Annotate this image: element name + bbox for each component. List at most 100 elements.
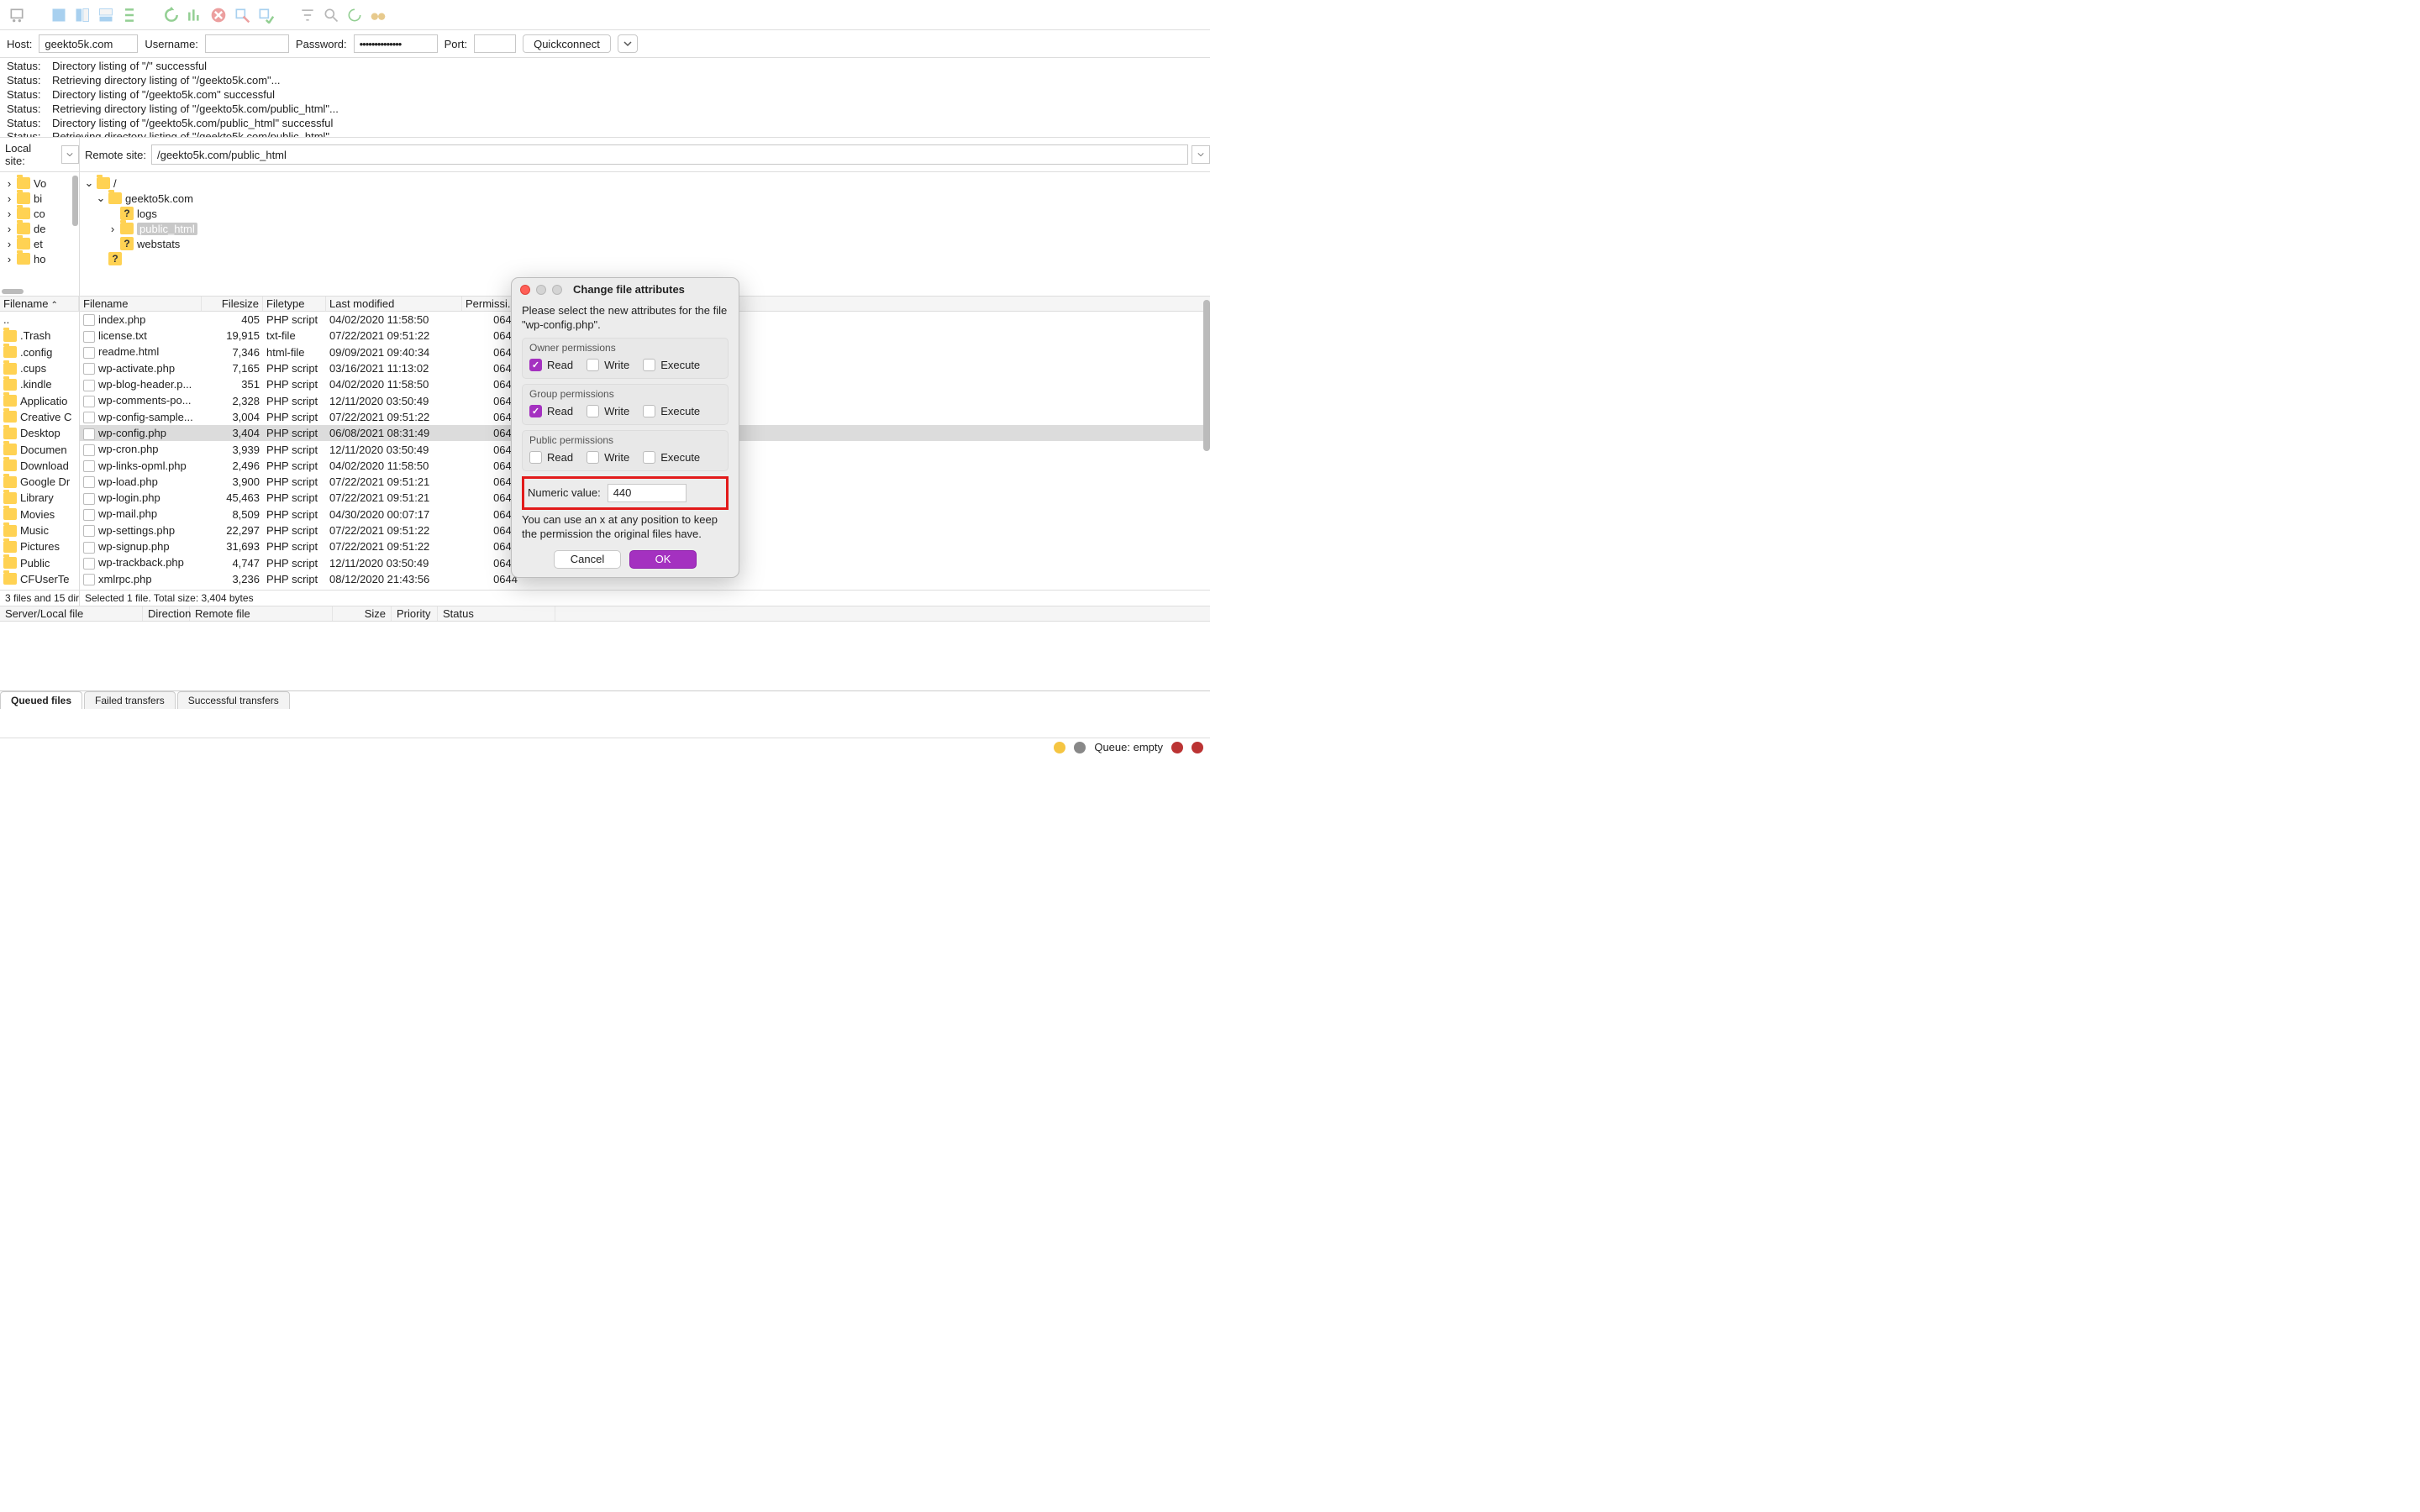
col-size[interactable]: Size [333,606,392,621]
tree-root[interactable]: / [113,177,117,190]
tree-folder[interactable]: webstats [137,238,180,250]
tree-folder[interactable]: ho [34,253,45,265]
tree-folder[interactable]: logs [137,207,157,220]
group-write-checkbox[interactable]: Write [587,405,629,417]
cancel-icon[interactable] [208,5,229,25]
list-item[interactable]: .. [0,312,79,328]
list-item[interactable]: .Trash [0,328,79,344]
col-filename[interactable]: Filename⌃ [0,297,79,311]
list-item[interactable]: Applicatio [0,392,79,408]
toggle-queue-icon[interactable] [96,5,116,25]
site-manager-icon[interactable] [7,5,27,25]
settings-icon[interactable] [1074,742,1086,753]
list-item[interactable]: .cups [0,360,79,376]
list-item[interactable]: Library [0,490,79,506]
tree-folder[interactable]: et [34,238,43,250]
sync-browse-icon[interactable] [119,5,139,25]
search-icon[interactable] [321,5,341,25]
compare-icon[interactable] [345,5,365,25]
lock-icon[interactable] [1054,742,1065,753]
col-priority[interactable]: Priority [392,606,438,621]
public-write-checkbox[interactable]: Write [587,451,629,464]
list-item[interactable]: .kindle [0,376,79,392]
col-server-local[interactable]: Server/Local file [0,606,143,621]
col-status[interactable]: Status [438,606,555,621]
host-input[interactable] [39,34,138,53]
local-site-dropdown[interactable] [61,145,79,164]
tree-expand-icon[interactable]: › [5,177,13,190]
pass-input[interactable] [354,34,438,53]
list-item[interactable]: CFUserTe [0,571,79,587]
unknown-folder-icon: ? [120,207,134,220]
disconnect-icon[interactable] [232,5,252,25]
scrollbar[interactable] [72,176,78,276]
remote-site-input[interactable] [151,144,1188,165]
port-input[interactable] [474,34,516,53]
list-item[interactable]: Music [0,522,79,538]
list-item[interactable]: .config [0,344,79,360]
ok-button[interactable]: OK [629,550,697,569]
toggle-log-icon[interactable] [49,5,69,25]
tree-expand-icon[interactable]: › [5,253,13,265]
close-icon[interactable] [520,285,530,295]
col-direction[interactable]: Direction [143,606,190,621]
owner-write-checkbox[interactable]: Write [587,359,629,371]
group-read-checkbox[interactable]: Read [529,405,573,417]
list-item[interactable]: Pictures [0,538,79,554]
group-execute-checkbox[interactable]: Execute [643,405,700,417]
col-filetype[interactable]: Filetype [263,297,326,311]
tree-collapse-icon[interactable]: ⌄ [97,192,105,205]
folder-icon [17,223,30,234]
local-file-list[interactable]: Filename⌃ ...Trash.config.cups.kindleApp… [0,297,80,590]
toggle-tree-icon[interactable] [72,5,92,25]
public-read-checkbox[interactable]: Read [529,451,573,464]
reconnect-icon[interactable] [255,5,276,25]
scrollbar-horiz[interactable] [2,289,72,294]
list-item[interactable]: Movies [0,507,79,522]
list-item[interactable]: Desktop [0,425,79,441]
refresh-icon[interactable] [161,5,182,25]
tree-collapse-icon[interactable]: ⌄ [85,176,93,190]
folder-icon [17,177,30,189]
list-item[interactable]: Documen [0,441,79,457]
list-item[interactable]: Public [0,554,79,570]
binoculars-icon[interactable] [368,5,388,25]
public-execute-checkbox[interactable]: Execute [643,451,700,464]
tree-folder[interactable]: de [34,223,45,235]
numeric-value-input[interactable] [608,484,687,502]
tree-folder[interactable]: Vo [34,177,46,190]
filter-icon[interactable] [297,5,318,25]
tree-folder[interactable]: geekto5k.com [125,192,193,205]
col-modified[interactable]: Last modified [326,297,462,311]
tab-queued[interactable]: Queued files [0,691,82,709]
owner-execute-checkbox[interactable]: Execute [643,359,700,371]
process-icon[interactable] [185,5,205,25]
list-item[interactable]: Download [0,458,79,474]
tree-folder[interactable]: bi [34,192,42,205]
user-label: Username: [145,38,198,50]
col-remote-file[interactable]: Remote file [190,606,333,621]
tab-failed[interactable]: Failed transfers [84,691,176,709]
col-filesize[interactable]: Filesize [202,297,263,311]
list-item[interactable]: Creative C [0,409,79,425]
file-icon [83,412,95,423]
tree-folder[interactable]: co [34,207,45,220]
local-tree-pane[interactable]: › Vo › bi › co › de › et › ho [0,172,80,296]
scrollbar[interactable] [1203,297,1210,575]
tree-expand-icon[interactable]: › [5,192,13,205]
user-input[interactable] [205,34,289,53]
tree-folder-selected[interactable]: public_html [137,223,197,235]
quickconnect-dropdown[interactable] [618,34,638,53]
tree-expand-icon[interactable]: › [5,238,13,250]
quickconnect-button[interactable]: Quickconnect [523,34,611,53]
col-filename[interactable]: Filename [80,297,202,311]
tab-successful[interactable]: Successful transfers [177,691,290,709]
list-item[interactable]: Google Dr [0,474,79,490]
folder-icon [3,508,17,520]
tree-expand-icon[interactable]: › [108,223,117,235]
cancel-button[interactable]: Cancel [554,550,621,569]
tree-expand-icon[interactable]: › [5,207,13,220]
remote-site-dropdown[interactable] [1192,145,1210,164]
owner-read-checkbox[interactable]: Read [529,359,573,371]
tree-expand-icon[interactable]: › [5,223,13,235]
